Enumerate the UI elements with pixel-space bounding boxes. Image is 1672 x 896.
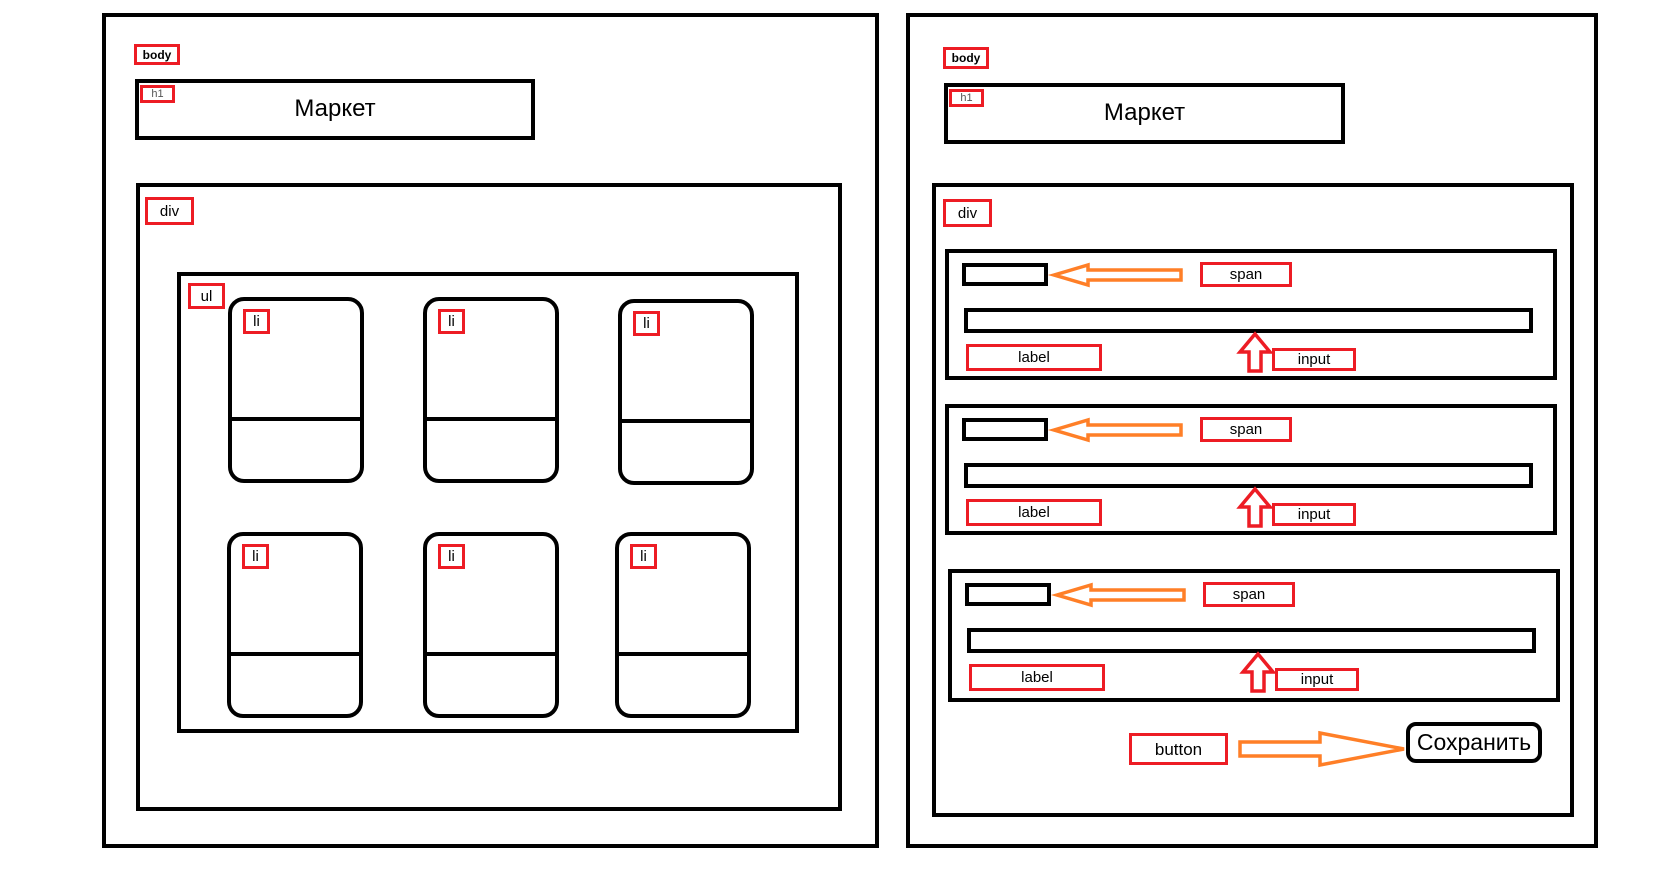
right-body-tag: body [943,47,989,69]
left-page-title: Маркет [294,95,376,122]
input-tag: input [1272,503,1356,526]
li-tag: li [438,544,465,569]
card-divider [615,652,751,656]
li-card: li [615,532,751,718]
button-tag: button [1129,733,1228,765]
card-divider [423,417,559,421]
input-tag: input [1272,348,1356,371]
right-page-title: Маркет [1103,99,1186,126]
li-card: li [618,299,754,485]
label-tag: label [966,499,1102,526]
li-tag: li [242,544,269,569]
label-tag: label [969,664,1105,691]
card-divider [423,652,559,656]
right-div-tag: div [943,199,992,227]
li-tag: li [633,311,660,336]
li-card: li [228,297,364,483]
li-card: li [423,532,559,718]
left-body-tag: body [134,44,180,65]
right-h1-box: h1 Маркет [944,83,1345,144]
input-field[interactable] [964,308,1533,333]
input-field[interactable] [964,463,1533,488]
left-div-tag: div [145,197,194,225]
label-tag: label [966,344,1102,371]
li-tag: li [630,544,657,569]
field-group: span label input [945,249,1557,380]
save-button[interactable]: Сохранить [1406,722,1542,763]
field-group: span label input [948,569,1560,702]
li-tag: li [438,309,465,334]
input-tag: input [1275,668,1359,691]
orange-right-arrow-icon [1238,730,1405,768]
span-box [962,418,1048,441]
red-up-arrow-icon [1236,486,1274,528]
input-field[interactable] [967,628,1536,653]
span-tag: span [1203,582,1295,607]
card-divider [227,652,363,656]
span-box [962,263,1048,286]
span-tag: span [1200,262,1292,287]
red-up-arrow-icon [1239,651,1277,693]
span-box [965,583,1051,606]
li-card: li [423,297,559,483]
left-h1-box: h1 Маркет [135,79,535,140]
span-tag: span [1200,417,1292,442]
card-divider [618,419,754,423]
red-up-arrow-icon [1236,331,1274,373]
li-card: li [227,532,363,718]
orange-left-arrow-icon [1050,582,1186,608]
card-divider [228,417,364,421]
ul-tag: ul [188,283,225,309]
orange-left-arrow-icon [1047,417,1183,443]
li-tag: li [243,309,270,334]
orange-left-arrow-icon [1047,262,1183,288]
field-group: span label input [945,404,1557,535]
